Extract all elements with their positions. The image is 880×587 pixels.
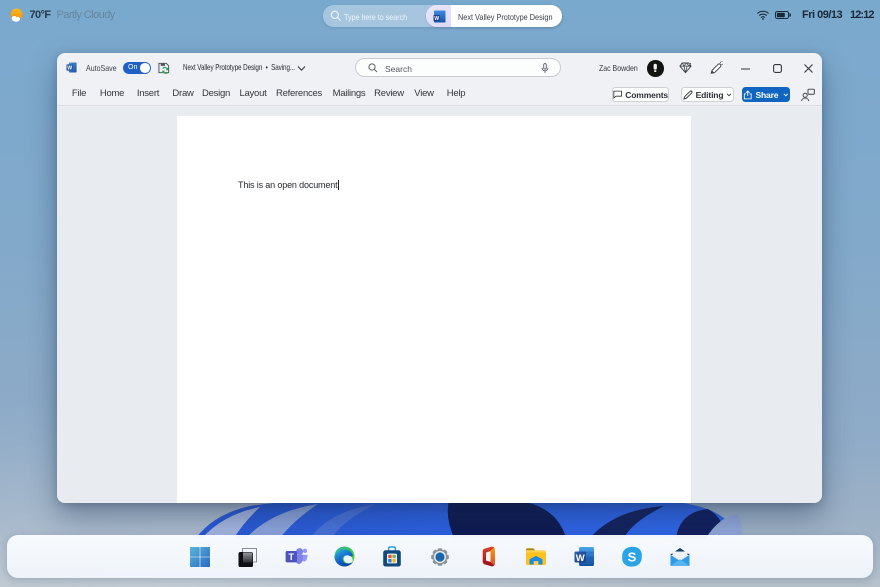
svg-text:W: W — [434, 16, 439, 22]
svg-text:S: S — [628, 549, 637, 564]
svg-text:W: W — [575, 553, 584, 564]
svg-text:W: W — [67, 65, 72, 71]
svg-text:T: T — [288, 552, 294, 562]
